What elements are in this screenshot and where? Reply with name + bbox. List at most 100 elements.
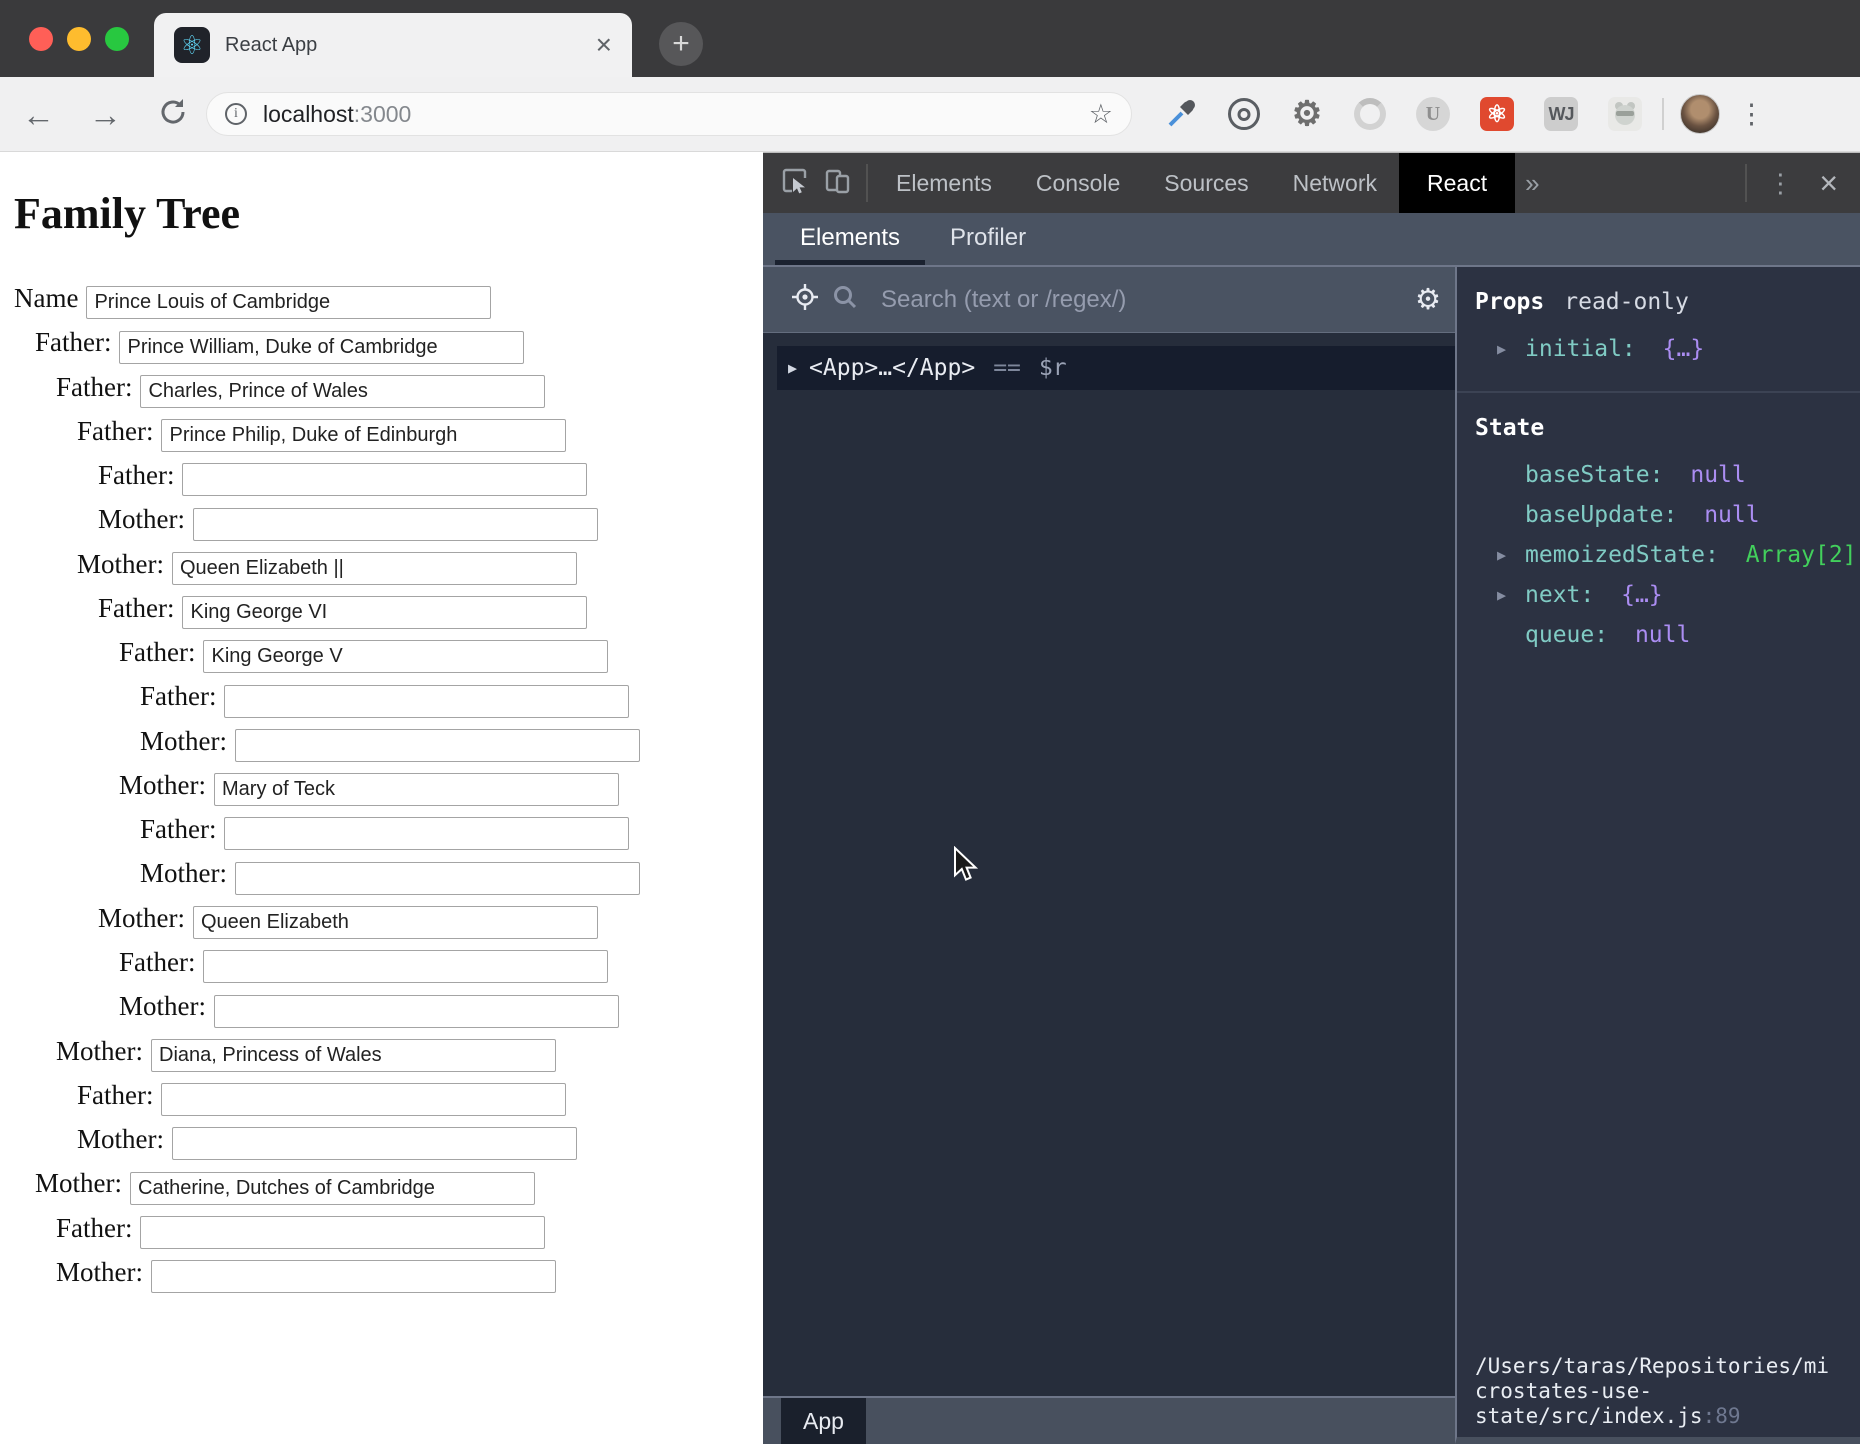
source-location[interactable]: /Users/taras/Repositories/mi crostates-u… bbox=[1457, 1354, 1860, 1437]
forward-button[interactable]: → bbox=[89, 98, 122, 131]
field-input[interactable] bbox=[140, 1216, 545, 1249]
family-field-row: Father: bbox=[0, 460, 763, 496]
devtools-tab[interactable]: Elements bbox=[874, 153, 1014, 213]
react-subtab[interactable]: Profiler bbox=[925, 211, 1051, 265]
field-input[interactable] bbox=[161, 419, 566, 452]
field-input[interactable] bbox=[193, 508, 598, 541]
devtools-close-icon[interactable]: × bbox=[1813, 167, 1860, 199]
source-path-line: crostates-use- bbox=[1475, 1379, 1848, 1404]
url-bar[interactable]: i localhost:3000 ☆ bbox=[206, 92, 1132, 136]
field-input[interactable] bbox=[214, 995, 619, 1028]
swirl-extension-icon[interactable] bbox=[1354, 98, 1386, 130]
ember-extension-icon[interactable] bbox=[1608, 97, 1642, 131]
mouse-cursor bbox=[952, 846, 980, 887]
field-input[interactable] bbox=[119, 331, 524, 364]
select-component-icon[interactable] bbox=[791, 283, 819, 316]
close-window-button[interactable] bbox=[29, 27, 53, 51]
expand-arrow-icon[interactable]: ▶ bbox=[1497, 535, 1506, 575]
devtools-tab[interactable]: Console bbox=[1014, 153, 1142, 213]
field-input[interactable] bbox=[235, 862, 640, 895]
field-input[interactable] bbox=[161, 1083, 566, 1116]
field-input[interactable] bbox=[130, 1172, 535, 1205]
family-field-row: Mother: bbox=[0, 549, 763, 585]
profile-avatar[interactable] bbox=[1680, 94, 1720, 134]
inspect-element-icon[interactable] bbox=[781, 167, 808, 199]
field-label: Mother: bbox=[119, 770, 206, 800]
page-content: Family Tree Name Father: Father: Father:… bbox=[0, 152, 763, 1444]
more-tabs-icon[interactable]: » bbox=[1525, 168, 1539, 199]
prop-value: {…} bbox=[1663, 336, 1705, 362]
field-input[interactable] bbox=[214, 773, 619, 806]
gear-extension-icon[interactable]: ⚙ bbox=[1290, 97, 1324, 131]
react-devtools-subtabs: Elements Profiler bbox=[763, 213, 1860, 267]
family-field-row: Father: bbox=[0, 1213, 763, 1249]
equals-operator: == bbox=[993, 355, 1021, 381]
tab-close-icon[interactable]: × bbox=[596, 31, 612, 59]
field-input[interactable] bbox=[151, 1039, 556, 1072]
family-field-row: Mother: bbox=[0, 858, 763, 894]
device-toolbar-icon[interactable] bbox=[824, 167, 852, 200]
field-input[interactable] bbox=[172, 1127, 577, 1160]
devtools-tab[interactable]: React bbox=[1399, 153, 1515, 213]
state-item[interactable]: ▶ memoizedState: Array[2] bbox=[1475, 535, 1846, 575]
state-value: {…} bbox=[1621, 582, 1663, 608]
family-field-row: Father: bbox=[0, 681, 763, 717]
eyedropper-extension-icon[interactable] bbox=[1164, 97, 1198, 131]
zoom-window-button[interactable] bbox=[105, 27, 129, 51]
prop-item[interactable]: ▶ initial: {…} bbox=[1475, 329, 1846, 369]
state-item[interactable]: ▶ next: {…} bbox=[1475, 575, 1846, 615]
page-title: Family Tree bbox=[14, 188, 763, 239]
react-subtab[interactable]: Elements bbox=[775, 211, 925, 265]
field-input[interactable] bbox=[235, 729, 640, 762]
field-input[interactable] bbox=[140, 375, 545, 408]
expand-arrow-icon[interactable]: ▶ bbox=[1497, 575, 1506, 615]
field-input[interactable] bbox=[203, 950, 608, 983]
prop-key: initial: bbox=[1525, 336, 1636, 362]
field-input[interactable] bbox=[86, 286, 491, 319]
wj-extension-icon[interactable]: WJ bbox=[1544, 97, 1578, 131]
browser-menu-icon[interactable]: ⋮ bbox=[1738, 99, 1765, 130]
field-input[interactable] bbox=[224, 817, 629, 850]
state-key: baseUpdate: bbox=[1525, 502, 1677, 528]
field-input[interactable] bbox=[151, 1260, 556, 1293]
field-input[interactable] bbox=[172, 552, 577, 585]
family-field-row: Father: bbox=[0, 372, 763, 408]
app-component-row[interactable]: ▶ <App>…</App> == $r bbox=[777, 346, 1455, 390]
state-item[interactable]: baseUpdate: null bbox=[1475, 495, 1846, 535]
site-info-icon[interactable]: i bbox=[225, 103, 247, 125]
props-heading: Propsread-only bbox=[1475, 289, 1846, 315]
family-field-row: Mother: bbox=[0, 1168, 763, 1204]
breadcrumb-bar: App bbox=[763, 1396, 1455, 1444]
field-input[interactable] bbox=[182, 596, 587, 629]
back-button[interactable]: ← bbox=[22, 98, 55, 131]
minimize-window-button[interactable] bbox=[67, 27, 91, 51]
state-item[interactable]: baseState: null bbox=[1475, 455, 1846, 495]
reload-button[interactable] bbox=[156, 95, 190, 134]
browser-toolbar: ← → i localhost:3000 ☆ ⚙ U ⚛ WJ ⋮ bbox=[0, 77, 1860, 152]
expand-arrow-icon[interactable]: ▶ bbox=[1497, 329, 1506, 369]
devtools-tab[interactable]: Sources bbox=[1142, 153, 1270, 213]
field-input[interactable] bbox=[193, 906, 598, 939]
breadcrumb-app[interactable]: App bbox=[781, 1398, 866, 1444]
react-devtools-extension-icon[interactable]: ⚛ bbox=[1480, 97, 1514, 131]
expand-arrow-icon[interactable]: ▶ bbox=[788, 359, 797, 377]
search-input[interactable] bbox=[881, 286, 1405, 314]
devtools-menu-icon[interactable]: ⋮ bbox=[1747, 168, 1813, 199]
devtools-tab[interactable]: Network bbox=[1271, 153, 1399, 213]
devtools-tabs: Elements Console Sources Network React bbox=[874, 153, 1515, 213]
field-input[interactable] bbox=[203, 640, 608, 673]
u-extension-icon[interactable]: U bbox=[1416, 97, 1450, 131]
state-item[interactable]: queue: null bbox=[1475, 615, 1846, 655]
field-input[interactable] bbox=[182, 463, 587, 496]
source-path-line: state/src/index.js:89 bbox=[1475, 1404, 1848, 1429]
bookmark-star-icon[interactable]: ☆ bbox=[1089, 99, 1113, 130]
browser-tab[interactable]: ⚛ React App × bbox=[154, 13, 632, 77]
devtools-panel: Elements Console Sources Network React »… bbox=[763, 152, 1860, 1444]
props-section: Propsread-only ▶ initial: {…} bbox=[1457, 267, 1860, 391]
field-label: Father: bbox=[119, 947, 195, 977]
password-manager-extension-icon[interactable] bbox=[1228, 98, 1260, 130]
new-tab-button[interactable]: + bbox=[659, 22, 703, 66]
family-field-row: Father: bbox=[0, 637, 763, 673]
field-input[interactable] bbox=[224, 685, 629, 718]
settings-gear-icon[interactable]: ⚙ bbox=[1415, 282, 1441, 317]
